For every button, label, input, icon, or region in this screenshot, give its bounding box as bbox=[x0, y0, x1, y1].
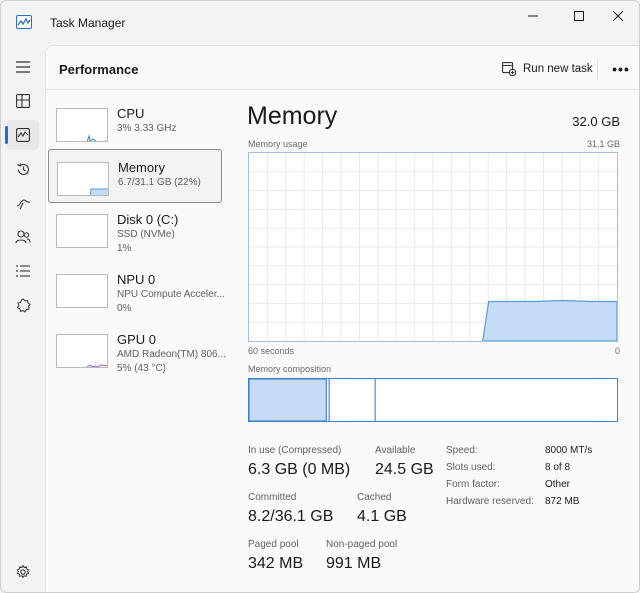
details-icon bbox=[16, 265, 30, 277]
nav-services[interactable] bbox=[7, 290, 39, 320]
hardware-reserved-value: 872 MB bbox=[545, 496, 580, 507]
close-icon bbox=[613, 11, 623, 21]
paged-pool-value: 342 MB bbox=[248, 555, 304, 572]
non-paged-pool-value: 991 MB bbox=[326, 555, 382, 572]
memory-usage-max-label: 31.1 GB bbox=[586, 139, 620, 149]
hamburger-menu-icon bbox=[16, 61, 30, 73]
device-cpu[interactable]: CPU 3% 3.33 GHz bbox=[48, 96, 222, 150]
nav-menu-button[interactable] bbox=[7, 52, 39, 82]
device-name: Memory bbox=[118, 160, 165, 175]
device-name: NPU 0 bbox=[117, 272, 156, 287]
device-detail: AMD Radeon(TM) 806... bbox=[117, 349, 226, 360]
npu-thumbnail-graph bbox=[56, 274, 108, 308]
device-gpu-0[interactable]: GPU 0 AMD Radeon(TM) 806... 5% (43 °C) bbox=[48, 322, 226, 376]
in-use-value: 6.3 GB (0 MB) bbox=[248, 461, 351, 478]
device-detail: SSD (NVMe) bbox=[117, 229, 175, 240]
cpu-thumbnail-graph bbox=[56, 108, 108, 142]
memory-composition-bar bbox=[248, 378, 618, 422]
device-detail: 3% 3.33 GHz bbox=[117, 123, 177, 134]
memory-composition-svg bbox=[248, 378, 376, 422]
run-new-task-label: Run new task bbox=[523, 63, 593, 75]
cached-value: 4.1 GB bbox=[357, 508, 407, 525]
run-new-task-icon bbox=[502, 62, 516, 76]
form-factor-label: Form factor: bbox=[446, 479, 500, 490]
device-name: CPU bbox=[117, 106, 145, 121]
task-manager-window: Task Manager Performance Run new task ••… bbox=[0, 0, 640, 593]
maximize-icon bbox=[574, 11, 584, 21]
disk-thumbnail-graph bbox=[56, 214, 108, 248]
device-npu-0[interactable]: NPU 0 NPU Compute Acceler... 0% bbox=[48, 262, 225, 316]
nav-processes[interactable] bbox=[7, 86, 39, 116]
memory-usage-area bbox=[481, 299, 618, 342]
nav-details[interactable] bbox=[7, 256, 39, 286]
memory-composition-label: Memory composition bbox=[248, 364, 332, 374]
active-nav-indicator bbox=[5, 126, 8, 144]
speed-value: 8000 MT/s bbox=[545, 445, 593, 456]
window-title: Task Manager bbox=[50, 16, 126, 30]
close-button[interactable] bbox=[595, 1, 639, 31]
header-divider bbox=[597, 58, 598, 80]
memory-usage-label: Memory usage bbox=[248, 139, 308, 149]
device-usage: 0% bbox=[117, 303, 132, 314]
title-bar[interactable]: Task Manager bbox=[1, 1, 639, 45]
available-label: Available bbox=[375, 445, 416, 456]
memory-heading: Memory bbox=[247, 102, 338, 130]
device-detail: 6.7/31.1 GB (22%) bbox=[118, 177, 201, 188]
page-title: Performance bbox=[59, 62, 139, 77]
nav-users[interactable] bbox=[7, 222, 39, 252]
non-paged-pool-label: Non-paged pool bbox=[326, 539, 398, 550]
startup-apps-icon bbox=[16, 199, 30, 210]
available-value: 24.5 GB bbox=[375, 461, 434, 478]
services-icon bbox=[16, 297, 31, 313]
task-manager-app-icon bbox=[16, 15, 32, 29]
device-detail: NPU Compute Acceler... bbox=[117, 289, 225, 300]
settings-gear-icon bbox=[16, 565, 30, 579]
minimize-icon bbox=[528, 15, 538, 17]
device-usage: 1% bbox=[117, 243, 132, 254]
cached-label: Cached bbox=[357, 492, 392, 503]
memory-sparkline bbox=[89, 188, 108, 195]
minimize-button[interactable] bbox=[510, 1, 556, 31]
navigation-rail bbox=[1, 45, 45, 592]
committed-value: 8.2/36.1 GB bbox=[248, 508, 334, 525]
nav-startup-apps[interactable] bbox=[7, 188, 39, 218]
paged-pool-label: Paged pool bbox=[248, 539, 299, 550]
time-axis-start-label: 60 seconds bbox=[248, 346, 295, 356]
nav-performance[interactable] bbox=[7, 120, 39, 150]
memory-usage-graph bbox=[248, 152, 618, 342]
nav-app-history[interactable] bbox=[7, 154, 39, 184]
committed-label: Committed bbox=[248, 492, 297, 503]
device-name: Disk 0 (C:) bbox=[117, 212, 179, 227]
performance-icon bbox=[16, 128, 30, 142]
gpu-sparkline bbox=[86, 364, 107, 367]
memory-thumbnail-graph bbox=[57, 162, 109, 196]
hardware-reserved-label: Hardware reserved: bbox=[446, 496, 534, 507]
slots-used-label: Slots used: bbox=[446, 462, 496, 473]
app-history-icon bbox=[16, 162, 29, 175]
device-disk-0[interactable]: Disk 0 (C:) SSD (NVMe) 1% bbox=[48, 202, 222, 256]
users-icon bbox=[15, 230, 31, 244]
main-content: Performance Run new task ••• CPU 3% 3.33… bbox=[45, 45, 639, 592]
gpu-thumbnail-graph bbox=[56, 334, 108, 368]
form-factor-value: Other bbox=[545, 479, 571, 490]
device-name: GPU 0 bbox=[117, 332, 157, 347]
run-new-task-button[interactable]: Run new task bbox=[502, 59, 593, 79]
memory-usage-svg bbox=[249, 153, 618, 342]
page-header: Performance Run new task ••• bbox=[46, 46, 639, 90]
time-axis-end-label: 0 bbox=[614, 346, 620, 356]
nav-settings[interactable] bbox=[7, 557, 39, 587]
in-use-label: In use (Compressed) bbox=[248, 445, 342, 456]
processes-icon bbox=[16, 94, 30, 108]
device-memory[interactable]: Memory 6.7/31.1 GB (22%) bbox=[48, 149, 222, 203]
composition-in-use-segment[interactable] bbox=[248, 378, 327, 422]
device-usage: 5% (43 °C) bbox=[117, 363, 167, 374]
speed-label: Speed: bbox=[446, 445, 478, 456]
memory-total-capacity: 32.0 GB bbox=[572, 114, 620, 129]
slots-used-value: 8 of 8 bbox=[545, 462, 571, 473]
cpu-sparkline bbox=[86, 134, 107, 141]
more-options-button[interactable]: ••• bbox=[606, 58, 636, 80]
